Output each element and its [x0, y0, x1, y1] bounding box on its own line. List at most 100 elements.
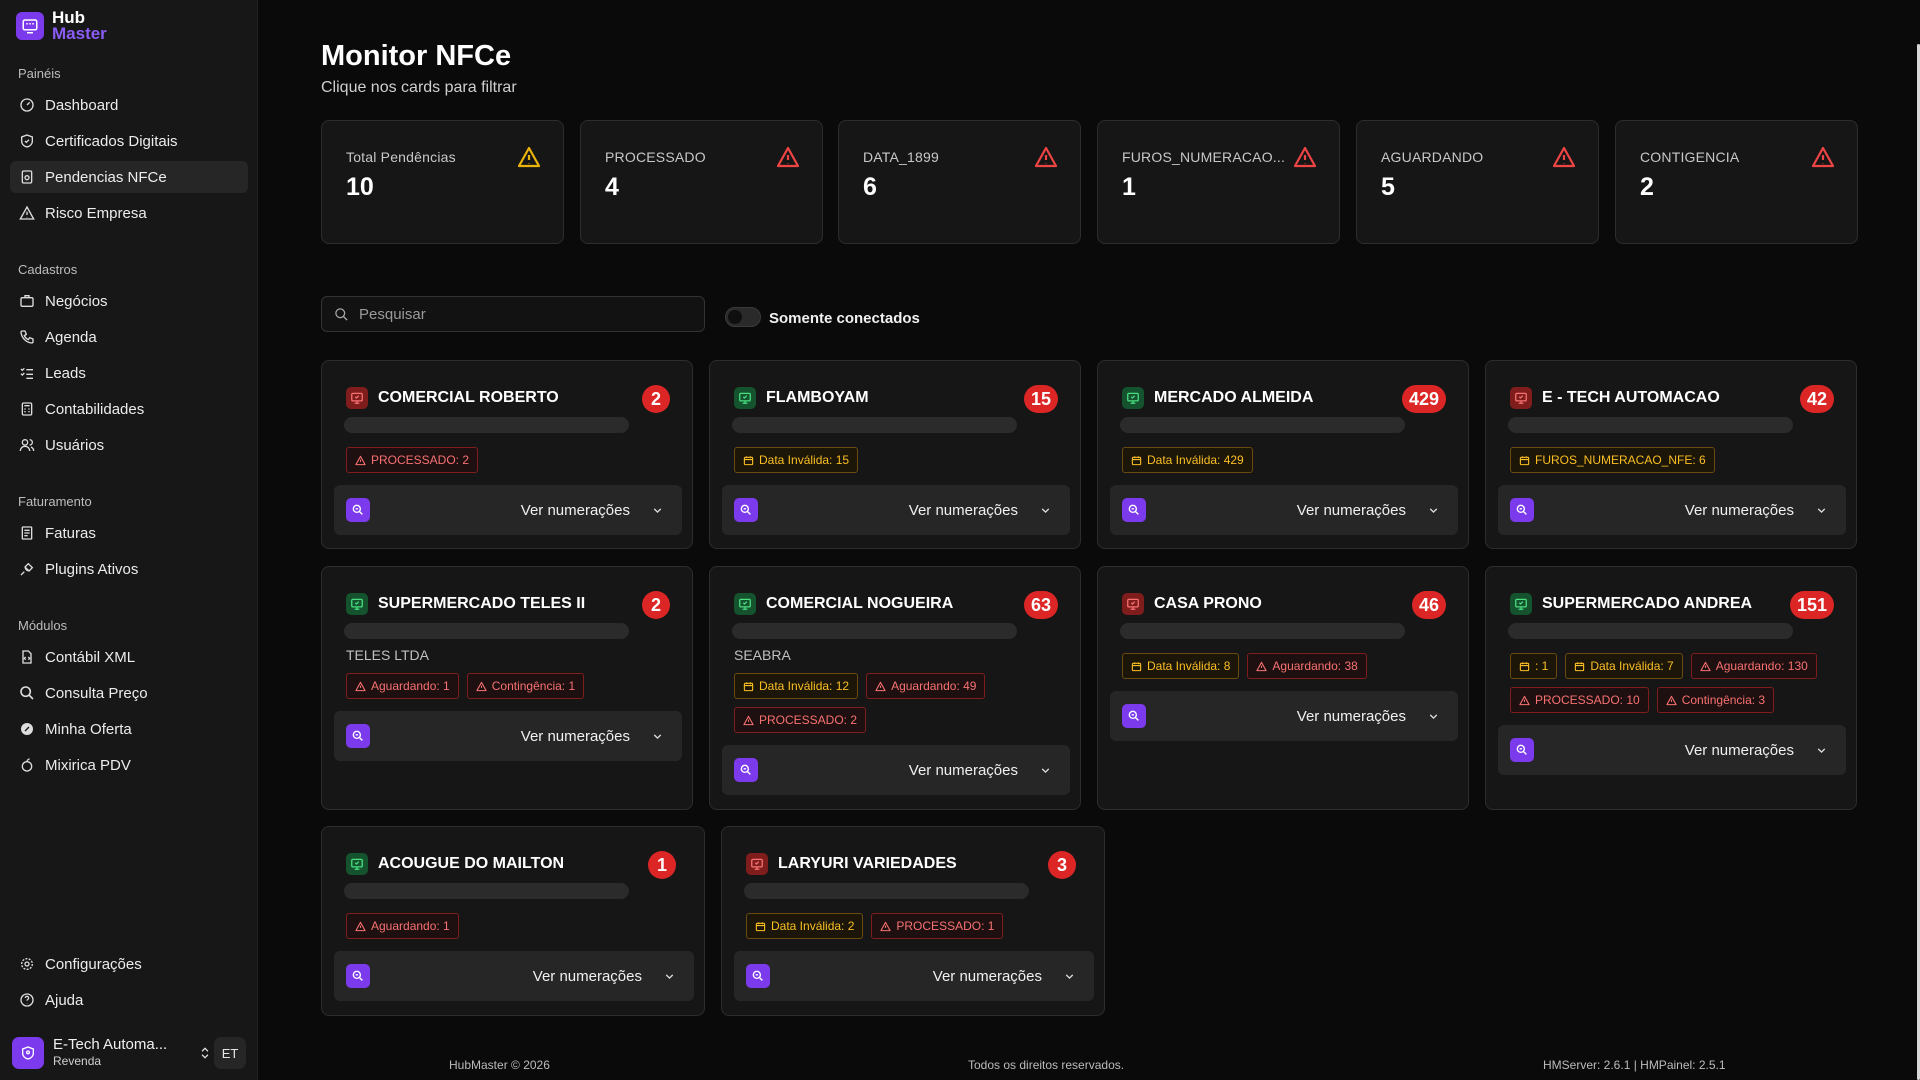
store-card[interactable]: MERCADO ALMEIDA 429 Data Inválida: 429 V…	[1097, 360, 1469, 549]
ver-numeracoes-button[interactable]: Ver numerações	[722, 485, 1070, 535]
sidebar-item-risco-empresa[interactable]: Risco Empresa	[10, 197, 248, 229]
stat-card[interactable]: AGUARDANDO 5	[1356, 120, 1599, 244]
store-card[interactable]: E - TECH AUTOMACAO 42 FUROS_NUMERACAO_NF…	[1485, 360, 1857, 549]
search-box[interactable]	[321, 296, 705, 332]
ver-numeracoes-label: Ver numerações	[1296, 708, 1406, 725]
users-icon	[19, 439, 35, 452]
sidebar-item-label: Mixirica PDV	[45, 756, 131, 774]
store-card[interactable]: COMERCIAL ROBERTO 2 PROCESSADO: 2 Ver nu…	[321, 360, 693, 549]
zoom-icon	[1510, 498, 1534, 522]
ver-numeracoes-button[interactable]: Ver numerações	[1498, 725, 1846, 775]
ver-numeracoes-button[interactable]: Ver numerações	[1110, 691, 1458, 741]
placeholder-bar	[744, 883, 1029, 899]
badge-percent-icon	[21, 723, 33, 735]
status-tag-text: Data Inválida: 8	[1147, 659, 1231, 673]
status-tag: PROCESSADO: 2	[734, 707, 867, 733]
store-monitor-icon	[1510, 387, 1532, 409]
sidebar-item-label: Contabilidades	[45, 400, 145, 418]
warning-icon	[776, 145, 800, 169]
ver-numeracoes-button[interactable]: Ver numerações	[334, 711, 682, 761]
ver-numeracoes-button[interactable]: Ver numerações	[1498, 485, 1846, 535]
status-tags: Data Inválida: 8 Aguardando: 38	[1122, 653, 1446, 679]
sidebar-item-pendencias-nfce[interactable]: Pendencias NFCe	[10, 161, 248, 193]
stat-label: FUROS_NUMERACAO...	[1122, 149, 1286, 165]
stat-card[interactable]: Total Pendências 10	[321, 120, 564, 244]
chevrons-up-down-icon[interactable]	[198, 1046, 212, 1060]
sidebar-item-faturas[interactable]: Faturas	[10, 517, 248, 549]
store-card[interactable]: LARYURI VARIEDADES 3 Data Inválida: 2 PRO…	[721, 826, 1105, 1016]
zoom-icon	[346, 498, 370, 522]
stat-card[interactable]: CONTIGENCIA 2	[1615, 120, 1858, 244]
connected-only-toggle[interactable]	[725, 307, 761, 327]
store-card[interactable]: SUPERMERCADO ANDREA 151 : 1 Data Inválida…	[1485, 566, 1857, 810]
stat-card[interactable]: DATA_1899 6	[838, 120, 1081, 244]
status-tag-text: PROCESSADO: 2	[371, 453, 470, 467]
sidebar-item-contabil-xml[interactable]: Contábil XML	[10, 641, 248, 673]
sidebar-item-mixirica-pdv[interactable]: Mixirica PDV	[10, 749, 248, 781]
calendar-icon	[743, 455, 754, 465]
placeholder-bar	[1508, 623, 1793, 639]
sidebar-item-plugins-ativos[interactable]: Plugins Ativos	[10, 553, 248, 585]
stat-label: PROCESSADO	[605, 149, 706, 165]
stat-card[interactable]: FUROS_NUMERACAO... 1	[1097, 120, 1340, 244]
pending-count-badge: 42	[1799, 385, 1834, 413]
ver-numeracoes-button[interactable]: Ver numerações	[722, 745, 1070, 795]
search-input[interactable]	[359, 305, 679, 323]
stat-value: 10	[346, 173, 374, 201]
store-monitor-icon	[746, 853, 768, 875]
pending-count-badge: 15	[1023, 385, 1058, 413]
calendar-icon	[1131, 455, 1142, 465]
sidebar-item-contabilidades[interactable]: Contabilidades	[10, 393, 248, 425]
status-tag: Data Inválida: 8	[1122, 653, 1240, 679]
ver-numeracoes-button[interactable]: Ver numerações	[334, 485, 682, 535]
user-initials-badge[interactable]: ET	[214, 1037, 246, 1069]
ver-numeracoes-button[interactable]: Ver numerações	[1110, 485, 1458, 535]
sidebar-item-usuarios[interactable]: Usuários	[10, 429, 248, 461]
connected-only-label: Somente conectados	[769, 310, 920, 327]
status-tag: Aguardando: 1	[346, 913, 459, 939]
status-tags: Data Inválida: 429	[1122, 447, 1446, 473]
calendar-icon	[1131, 661, 1142, 671]
zoom-icon	[734, 758, 758, 782]
shield-user-icon	[22, 1046, 34, 1060]
store-monitor-icon	[1122, 387, 1144, 409]
sidebar-item-dashboard[interactable]: Dashboard	[10, 89, 248, 121]
sidebar-item-minha-oferta[interactable]: Minha Oferta	[10, 713, 248, 745]
ver-numeracoes-button[interactable]: Ver numerações	[334, 951, 694, 1001]
sidebar-item-ajuda[interactable]: Ajuda	[10, 984, 248, 1016]
ver-numeracoes-button[interactable]: Ver numerações	[734, 951, 1094, 1001]
logo-text-master: Master	[52, 24, 107, 43]
sidebar-item-consulta-preco[interactable]: Consulta Preço	[10, 677, 248, 709]
sidebar-item-agenda[interactable]: Agenda	[10, 321, 248, 353]
pending-count-badge: 46	[1411, 591, 1446, 619]
warning-icon	[517, 145, 541, 169]
sidebar-item-certificados[interactable]: Certificados Digitais	[10, 125, 248, 157]
store-card[interactable]: CASA PRONO 46 Data Inválida: 8 Aguardando…	[1097, 566, 1469, 810]
store-card[interactable]: ACOUGUE DO MAILTON 1 Aguardando: 1 Ver n…	[321, 826, 705, 1016]
store-card[interactable]: COMERCIAL NOGUEIRA 63 SEABRA Data Inváli…	[709, 566, 1081, 810]
status-tag: Data Inválida: 12	[734, 673, 859, 699]
sidebar-item-configuracoes[interactable]: Configurações	[10, 948, 248, 980]
store-card[interactable]: SUPERMERCADO TELES II 2 TELES LTDA Aguar…	[321, 566, 693, 810]
ver-numeracoes-label: Ver numerações	[532, 968, 642, 985]
pending-count-badge: 2	[642, 591, 670, 619]
user-menu[interactable]: E-Tech Automa... Revenda ET	[12, 1034, 246, 1072]
logo[interactable]: Hub Master	[16, 9, 107, 43]
warning-icon	[1519, 695, 1530, 705]
status-tag-text: Data Inválida: 2	[771, 919, 855, 933]
store-company-name: TELES LTDA	[346, 647, 429, 663]
placeholder-bar	[1120, 623, 1405, 639]
sidebar-item-leads[interactable]: Leads	[10, 357, 248, 389]
status-tag-text: Data Inválida: 15	[759, 453, 850, 467]
zoom-icon	[1122, 498, 1146, 522]
warning-icon	[1293, 145, 1317, 169]
ver-numeracoes-label: Ver numerações	[908, 762, 1018, 779]
citrus-icon	[21, 758, 33, 772]
status-tag-text: Data Inválida: 429	[1147, 453, 1244, 467]
stat-card[interactable]: PROCESSADO 4	[580, 120, 823, 244]
zoom-icon	[346, 964, 370, 988]
nav-section-paineis: Painéis	[18, 66, 61, 81]
nav-section-cadastros: Cadastros	[18, 262, 78, 277]
sidebar-item-negocios[interactable]: Negócios	[10, 285, 248, 317]
store-card[interactable]: FLAMBOYAM 15 Data Inválida: 15 Ver numer…	[709, 360, 1081, 549]
